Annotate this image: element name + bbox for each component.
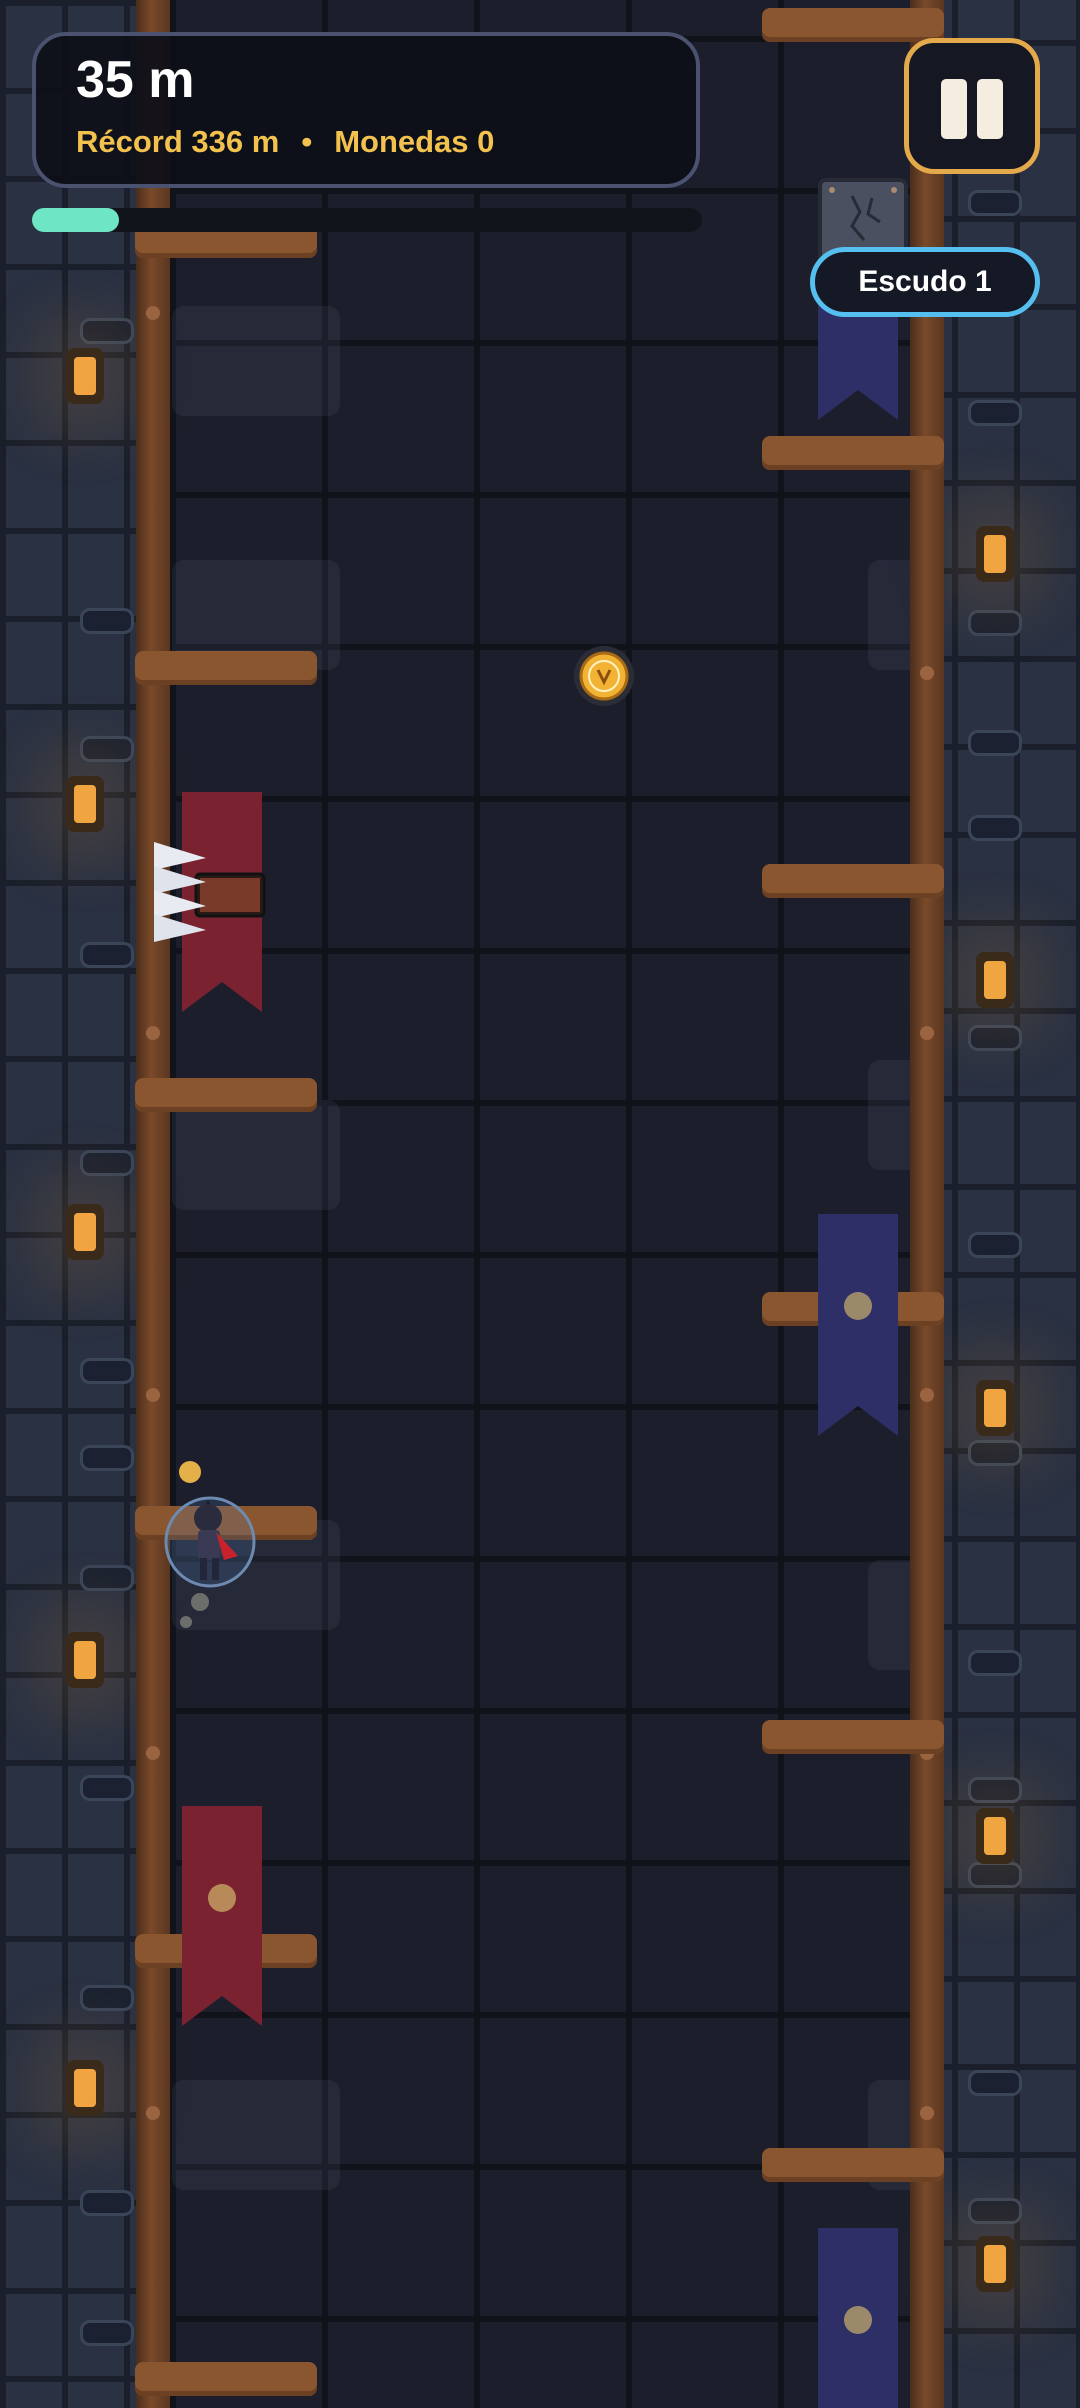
wall-slot — [968, 1440, 1022, 1466]
progress-bar — [32, 208, 702, 232]
wall-slot — [80, 608, 134, 634]
coins-label: Monedas 0 — [334, 124, 495, 159]
pause-button[interactable] — [904, 38, 1040, 174]
ledge — [762, 864, 944, 898]
wall-slot — [968, 730, 1022, 756]
lantern-icon — [66, 2060, 104, 2116]
stats-line: Récord 336 m • Monedas 0 — [76, 124, 494, 160]
coin-icon — [572, 644, 636, 713]
ledge — [762, 436, 944, 470]
ledge — [762, 2148, 944, 2182]
wall-slot — [80, 1358, 134, 1384]
wall-spikes — [150, 840, 266, 955]
wall-slot — [968, 815, 1022, 841]
wall-slot — [80, 1775, 134, 1801]
ledge — [762, 8, 944, 42]
progress-fill — [32, 208, 119, 232]
wall-slot — [968, 1025, 1022, 1051]
shadow-block — [172, 1100, 340, 1210]
lantern-icon — [976, 526, 1014, 582]
wall-slot — [80, 1985, 134, 2011]
wall-slot — [968, 610, 1022, 636]
lantern-icon — [66, 348, 104, 404]
wall-slot — [80, 2320, 134, 2346]
right-pillar — [910, 0, 944, 2408]
lantern-icon — [66, 1632, 104, 1688]
shield-badge: Escudo 1 — [810, 247, 1040, 317]
lantern-icon — [976, 952, 1014, 1008]
shadow-block — [172, 306, 340, 416]
right-wall-tiles — [940, 0, 1080, 2408]
wall-slot — [80, 1565, 134, 1591]
wall-slot — [80, 942, 134, 968]
wall-slot — [968, 190, 1022, 216]
lantern-icon — [976, 2236, 1014, 2292]
lantern-icon — [66, 1204, 104, 1260]
ledge — [135, 651, 317, 685]
ninja-player — [158, 1460, 262, 1635]
wall-slot — [968, 2198, 1022, 2224]
distance-counter: 35 m — [76, 51, 195, 109]
blue-banner — [818, 2228, 898, 2408]
wall-slot — [968, 2070, 1022, 2096]
wall-slot — [80, 318, 134, 344]
ledge — [135, 2362, 317, 2396]
ledge — [762, 1720, 944, 1754]
lantern-icon — [976, 1808, 1014, 1864]
wall-slot — [968, 1232, 1022, 1258]
wall-slot — [968, 400, 1022, 426]
wall-slot — [968, 1650, 1022, 1676]
wall-slot — [968, 1777, 1022, 1803]
record-label: Récord 336 m — [76, 124, 280, 159]
hud-panel: 35 m Récord 336 m • Monedas 0 — [32, 32, 700, 188]
wall-slot — [80, 1150, 134, 1176]
lantern-icon — [66, 776, 104, 832]
lantern-icon — [976, 1380, 1014, 1436]
wall-slot — [968, 1862, 1022, 1888]
red-banner — [182, 1806, 262, 2026]
stats-separator: • — [301, 124, 313, 159]
game-screen: 35 m Récord 336 m • Monedas 0 Escudo 1 — [0, 0, 1080, 2408]
blue-banner — [818, 1214, 898, 1436]
shadow-block — [172, 2080, 340, 2190]
wall-slot — [80, 736, 134, 762]
left-pillar — [136, 0, 170, 2408]
ledge — [135, 1078, 317, 1112]
wall-slot — [80, 2190, 134, 2216]
wall-slot — [80, 1445, 134, 1471]
